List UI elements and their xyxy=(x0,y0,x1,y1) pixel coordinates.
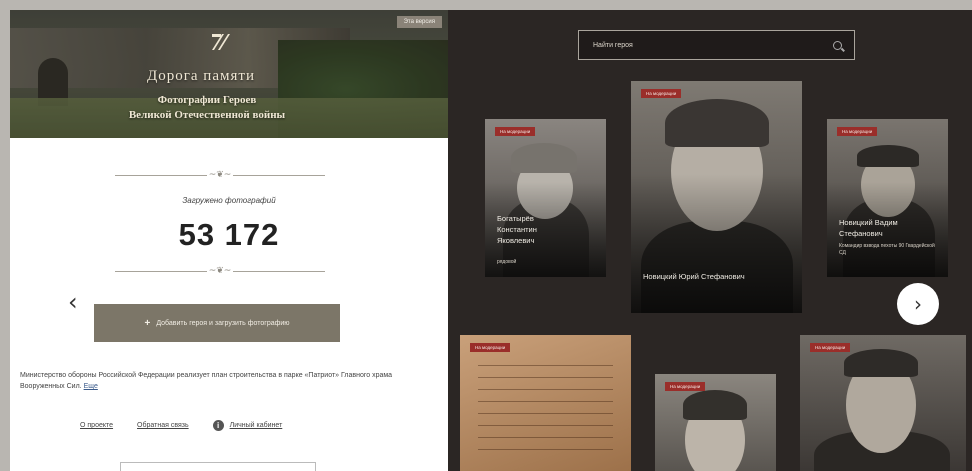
search-placeholder: Найти героя xyxy=(593,41,633,49)
search-input[interactable]: Найти героя xyxy=(578,30,855,60)
bottom-input-box[interactable] xyxy=(120,462,316,471)
add-hero-button-label: Добавить героя и загрузить фотографию xyxy=(156,319,290,327)
photos-count-label: Загружено фотографий xyxy=(182,196,276,205)
left-panel: Дорога памяти Фотографии Героев Великой … xyxy=(10,10,448,471)
emblem-icon xyxy=(212,34,230,50)
cabinet-link-wrap[interactable]: i Личный кабинет xyxy=(212,420,283,431)
hero-name: Новицкий Вадим Стефанович xyxy=(839,218,898,238)
ornament-divider-top: ~❦~ xyxy=(115,170,325,180)
hero-card[interactable]: На модерации xyxy=(800,335,966,471)
notice-body: Министерство обороны Российской Федераци… xyxy=(20,372,393,390)
hero-document-photo xyxy=(460,335,631,471)
version-badge[interactable]: Эта версия xyxy=(396,16,442,28)
cabinet-link[interactable]: Личный кабинет xyxy=(230,422,283,429)
hero-name: Богатырёв Константин Яковлевич xyxy=(497,214,537,245)
moderation-badge: На модерации xyxy=(641,89,682,98)
notice-more-link[interactable]: Еще xyxy=(84,383,98,390)
hero-card[interactable]: На модерации xyxy=(460,335,631,471)
feedback-link[interactable]: Обратная связь xyxy=(137,422,189,429)
moderation-badge: На модерации xyxy=(665,382,706,391)
ornament-icon: ~❦~ xyxy=(208,266,232,276)
hero-card[interactable]: На модерации xyxy=(655,374,776,471)
moderation-badge: На модерации xyxy=(470,343,511,352)
chevron-left-icon[interactable]: ‹ xyxy=(68,290,86,314)
hero-subtitle-line2: Великой Отечественной войны xyxy=(128,109,286,121)
info-icon: i xyxy=(212,420,224,431)
footer-links: О проекте Обратная связь i Личный кабине… xyxy=(80,420,400,431)
hero-card[interactable]: На модерации Новицкий Юрий Стефанович xyxy=(631,81,802,313)
moderation-badge: На модерации xyxy=(495,127,536,136)
add-hero-button[interactable]: + Добавить героя и загрузить фотографию xyxy=(94,304,340,342)
hero-rank: рядовой xyxy=(497,259,517,265)
plus-icon: + xyxy=(144,317,151,329)
chevron-right-icon[interactable]: › xyxy=(897,283,939,325)
hero-card[interactable]: На модерации Новицкий Вадим Стефанович К… xyxy=(827,119,948,277)
about-link[interactable]: О проекте xyxy=(80,422,113,429)
hero-title: Дорога памяти xyxy=(147,68,255,84)
notice-text: Министерство обороны Российской Федераци… xyxy=(20,370,425,392)
moderation-badge: На модерации xyxy=(810,343,851,352)
moderation-badge: На модерации xyxy=(837,127,878,136)
search-icon[interactable] xyxy=(833,40,842,50)
hero-subtitle-line1: Фотографии Героев xyxy=(157,94,257,106)
hero-card[interactable]: На модерации Богатырёв Константин Яковле… xyxy=(485,119,606,277)
hero-banner: Дорога памяти Фотографии Героев Великой … xyxy=(10,10,448,138)
hero-rank: Командир взвода пехоты 90 Гвардейской СД xyxy=(839,243,935,256)
photos-count-value: 53 172 xyxy=(178,217,280,252)
ornament-icon: ~❦~ xyxy=(208,170,232,180)
right-panel: Найти героя На модерации Богатырёв Конст… xyxy=(448,10,972,471)
ornament-divider-bottom: ~❦~ xyxy=(115,266,325,276)
hero-name: Новицкий Юрий Стефанович xyxy=(643,272,745,281)
